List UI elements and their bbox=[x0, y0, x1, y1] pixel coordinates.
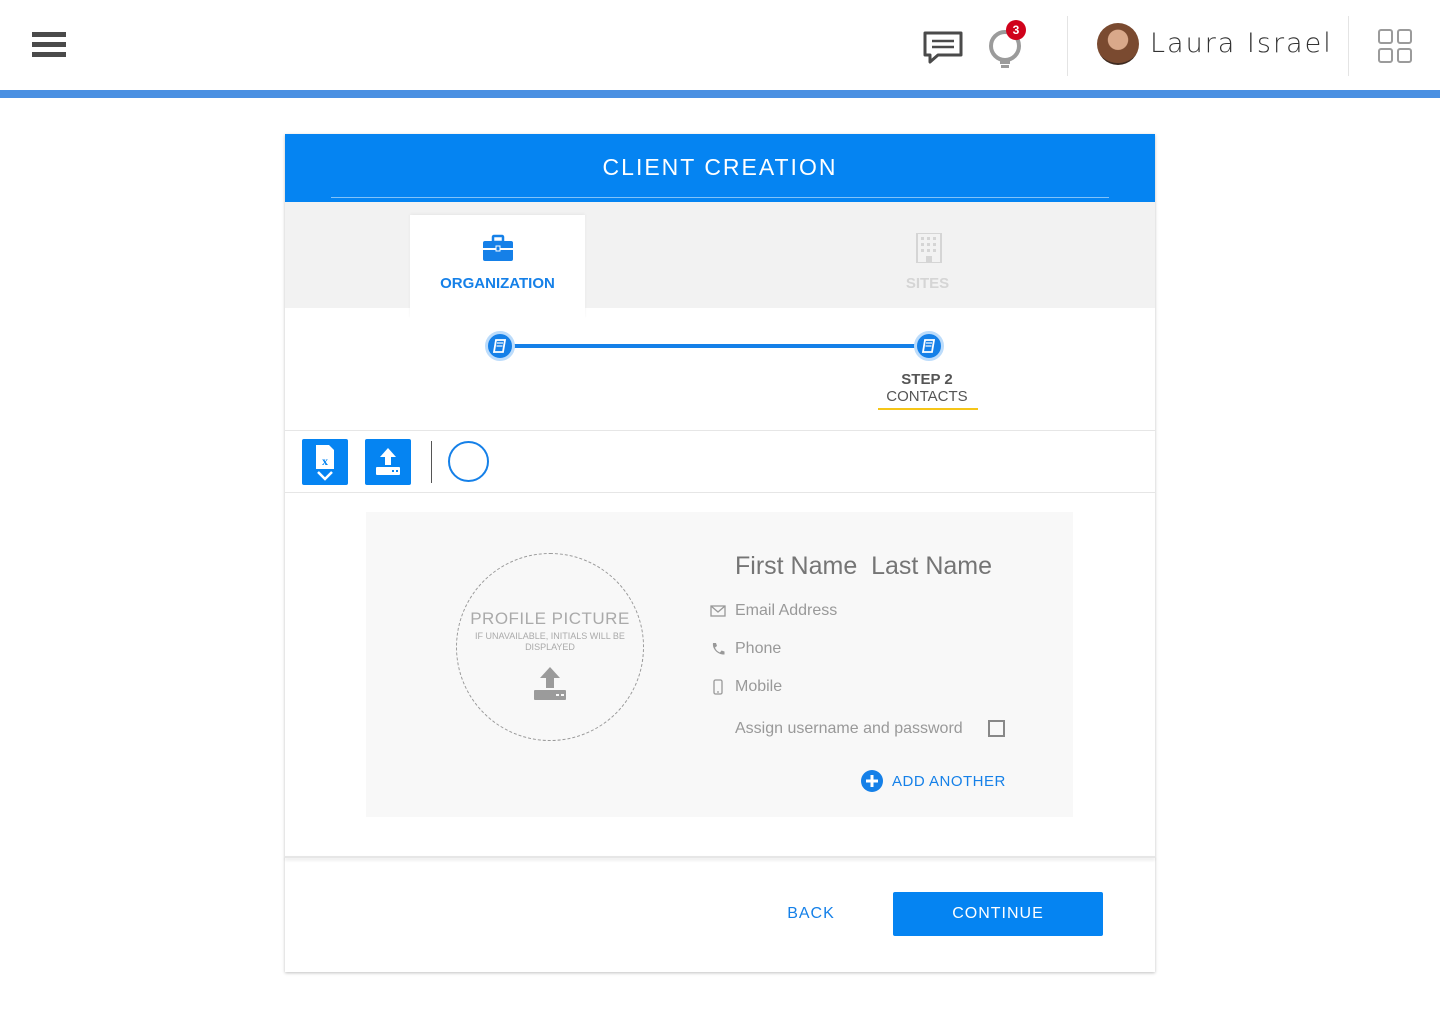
chat-icon[interactable] bbox=[922, 30, 964, 64]
assign-credentials-checkbox[interactable] bbox=[988, 720, 1005, 737]
topbar-divider bbox=[1348, 16, 1349, 76]
card-header: CLIENT CREATION bbox=[285, 134, 1155, 202]
upload-icon bbox=[376, 448, 400, 475]
toolbar-divider bbox=[431, 441, 432, 483]
tab-label: ORGANIZATION bbox=[440, 275, 555, 292]
topbar-divider bbox=[1067, 16, 1068, 76]
profile-title: PROFILE PICTURE bbox=[470, 609, 630, 628]
notebook-icon bbox=[921, 339, 936, 353]
mobile-field[interactable] bbox=[735, 675, 1025, 699]
email-field[interactable] bbox=[735, 599, 1025, 623]
mobile-icon bbox=[713, 679, 723, 695]
briefcase-icon bbox=[482, 234, 513, 261]
svg-text:x: x bbox=[322, 454, 328, 468]
top-bar: 3 Laura Israel bbox=[0, 0, 1440, 90]
assign-credentials-label: Assign username and password bbox=[735, 720, 963, 737]
step-name: CONTACTS bbox=[886, 388, 968, 405]
user-name[interactable]: Laura Israel bbox=[1150, 28, 1333, 59]
footer-divider bbox=[285, 856, 1155, 858]
add-another-label: ADD ANOTHER bbox=[892, 773, 1006, 790]
contact-toolbar: x bbox=[285, 432, 1155, 493]
email-row bbox=[710, 599, 1030, 623]
stepper-progress-line bbox=[500, 344, 930, 348]
plus-circle-icon bbox=[861, 770, 883, 792]
notification-bell[interactable]: 3 bbox=[986, 20, 1026, 70]
step-number: STEP 2 bbox=[901, 371, 953, 388]
avatar[interactable] bbox=[1097, 23, 1139, 65]
hamburger-icon[interactable] bbox=[32, 32, 66, 58]
step-1-dot[interactable] bbox=[485, 331, 515, 361]
step-2-dot[interactable] bbox=[914, 331, 944, 361]
stepper: STEP 2 CONTACTS bbox=[285, 318, 1155, 431]
phone-field[interactable] bbox=[735, 637, 1025, 661]
tab-sites[interactable]: SITES bbox=[840, 215, 1015, 318]
grid-icon[interactable] bbox=[1378, 29, 1412, 63]
step-underline bbox=[878, 408, 978, 410]
continue-button[interactable]: CONTINUE bbox=[893, 892, 1103, 936]
circle-icon[interactable] bbox=[448, 441, 489, 482]
full-name-input[interactable] bbox=[735, 552, 1035, 581]
step-2-label: STEP 2 CONTACTS bbox=[877, 371, 977, 405]
excel-download-icon: x bbox=[316, 445, 334, 481]
notification-badge: 3 bbox=[1006, 20, 1026, 40]
building-icon bbox=[915, 233, 942, 263]
mobile-row bbox=[710, 675, 1030, 699]
export-excel-button[interactable]: x bbox=[302, 439, 348, 485]
topbar-accent-line bbox=[0, 90, 1440, 98]
envelope-icon bbox=[710, 605, 726, 617]
tab-label: SITES bbox=[905, 275, 950, 292]
header-divider bbox=[331, 197, 1109, 198]
notebook-icon bbox=[492, 339, 507, 353]
profile-picture-upload[interactable]: PROFILE PICTURE IF UNAVAILABLE, INITIALS… bbox=[456, 553, 644, 741]
tab-bar: ORGANIZATION SITES bbox=[285, 202, 1155, 318]
contact-form: PROFILE PICTURE IF UNAVAILABLE, INITIALS… bbox=[366, 512, 1073, 817]
page-title: CLIENT CREATION bbox=[602, 154, 838, 180]
upload-icon bbox=[534, 667, 566, 700]
back-button[interactable]: BACK bbox=[765, 892, 857, 936]
phone-icon bbox=[712, 643, 725, 655]
upload-button[interactable] bbox=[365, 439, 411, 485]
tab-organization[interactable]: ORGANIZATION bbox=[410, 215, 585, 318]
profile-subtitle: IF UNAVAILABLE, INITIALS WILL BE DISPLAY… bbox=[475, 631, 625, 652]
phone-row bbox=[710, 637, 1030, 661]
client-creation-card: CLIENT CREATION ORGANIZATION SITES STEP … bbox=[285, 134, 1155, 972]
